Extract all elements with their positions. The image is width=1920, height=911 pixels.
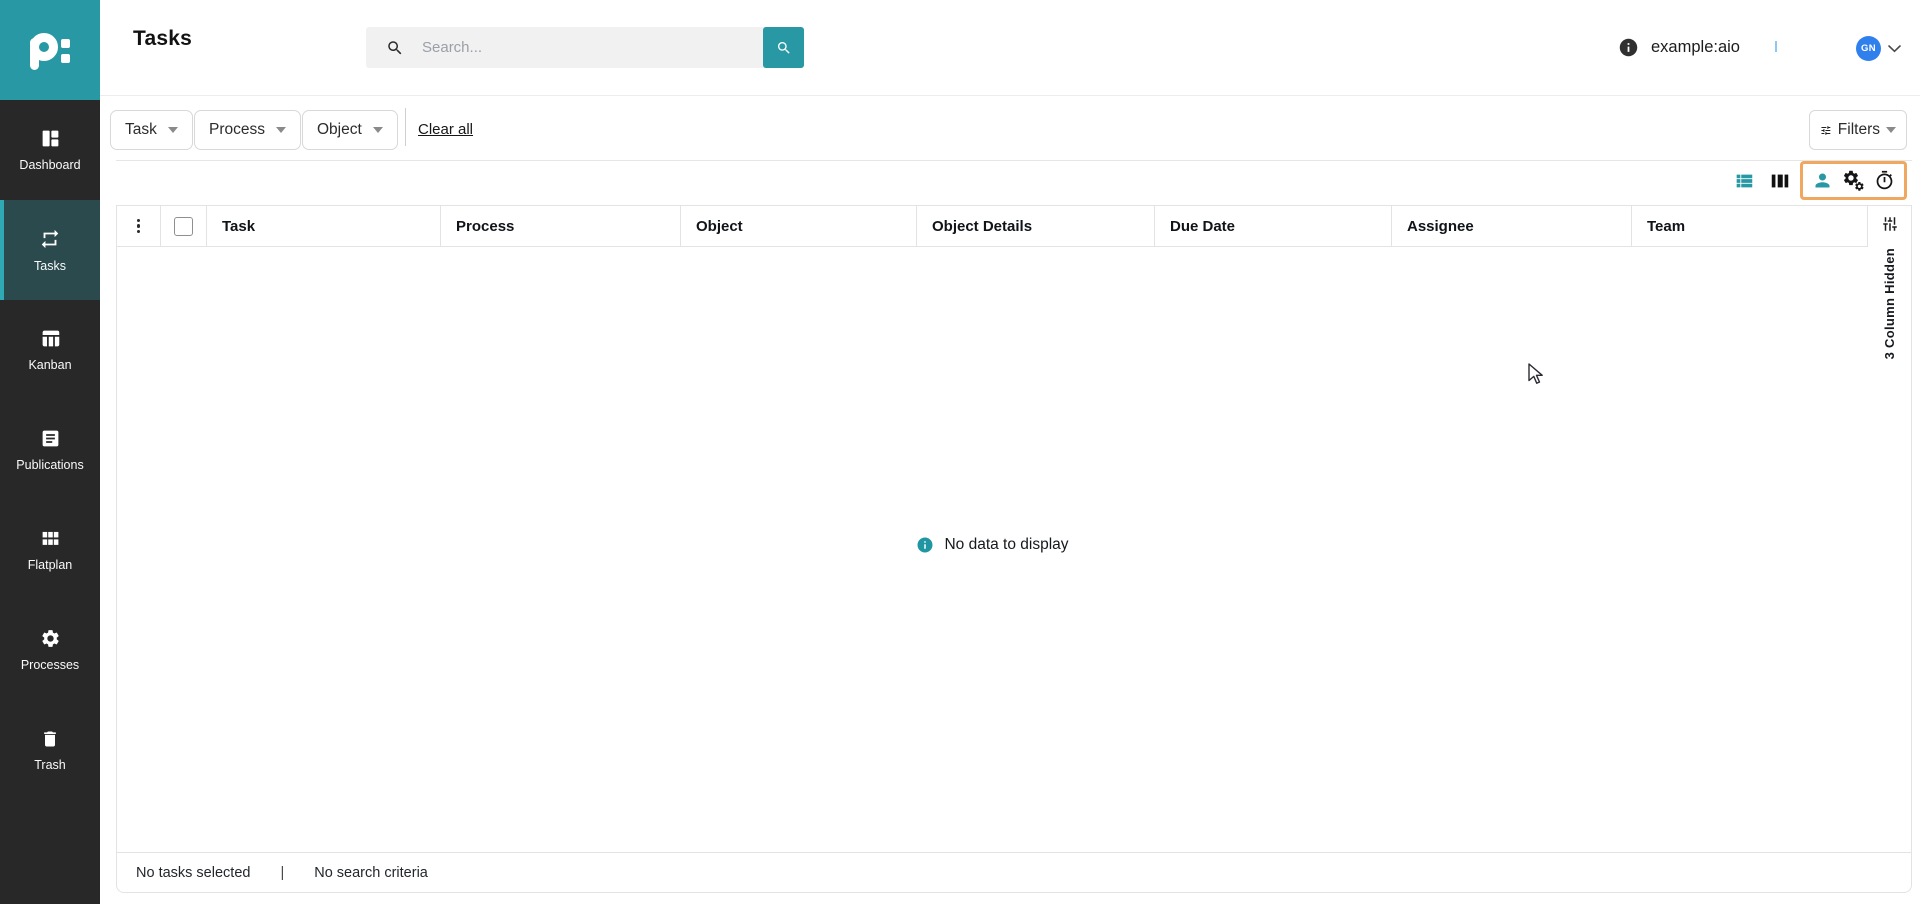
divider (405, 108, 406, 146)
column-header-task[interactable]: Task (207, 206, 441, 246)
tasks-repeat-icon (39, 228, 61, 250)
sidebar-item-dashboard[interactable]: Dashboard (0, 100, 100, 200)
sidebar-item-label: Trash (34, 758, 66, 772)
processes-gear-icon (40, 628, 61, 649)
sidebar-item-label: Publications (16, 458, 83, 472)
timer-icon[interactable] (1874, 170, 1895, 191)
highlighted-icon-group (1800, 161, 1907, 200)
page-title: Tasks (133, 27, 192, 51)
avatar[interactable]: GN (1856, 36, 1881, 61)
p-colon-logo-icon (24, 24, 76, 76)
workspace-name: example:aio (1651, 38, 1740, 57)
search-input[interactable] (420, 38, 763, 57)
sidebar-item-tasks[interactable]: Tasks (0, 200, 100, 300)
trash-icon (40, 729, 60, 749)
filter-dropdown-label: Task (125, 121, 157, 139)
select-all-cell (161, 206, 207, 246)
sidebar-item-kanban[interactable]: Kanban (0, 300, 100, 400)
filter-dropdown-object[interactable]: Object (302, 110, 398, 150)
sidebar-item-label: Kanban (28, 358, 71, 372)
sidebar-item-flatplan[interactable]: Flatplan (0, 500, 100, 600)
column-view-icon[interactable] (1769, 170, 1791, 192)
column-header-due-date[interactable]: Due Date (1155, 206, 1392, 246)
column-header-assignee[interactable]: Assignee (1392, 206, 1632, 246)
kanban-columns-icon (40, 328, 61, 349)
sidebar-item-label: Flatplan (28, 558, 72, 572)
top-header: Tasks example:aio GN (100, 0, 1920, 96)
caret-down-icon (373, 127, 383, 133)
column-header-object-details[interactable]: Object Details (917, 206, 1155, 246)
info-icon (1618, 37, 1639, 58)
selection-status: No tasks selected (136, 865, 250, 881)
app-window: Dashboard Tasks Kanban Publications (0, 0, 1920, 911)
filters-button[interactable]: Filters (1809, 110, 1907, 150)
table-header-row: Task Process Object Object Details Due D… (117, 206, 1868, 247)
publications-document-icon (40, 428, 61, 449)
caret-down-icon (1886, 127, 1896, 133)
caret-down-icon (168, 127, 178, 133)
search-icon (386, 39, 404, 57)
clear-all-link[interactable]: Clear all (418, 121, 473, 138)
empty-state: No data to display (117, 536, 1868, 554)
sidebar-item-processes[interactable]: Processes (0, 600, 100, 700)
tasks-table: Task Process Object Object Details Due D… (116, 205, 1912, 893)
chevron-down-icon[interactable] (1888, 45, 1901, 53)
column-header-team[interactable]: Team (1632, 206, 1868, 246)
filter-bar: Task Process Object Clear all Filters (100, 95, 1920, 160)
caret-down-icon (276, 127, 286, 133)
process-gears-icon[interactable] (1842, 169, 1865, 192)
search-criteria-status: No search criteria (314, 865, 428, 881)
hidden-columns-panel: 3 Column Hidden (1868, 206, 1911, 851)
empty-state-message: No data to display (944, 536, 1068, 554)
filter-dropdown-label: Object (317, 121, 362, 139)
status-divider: | (280, 865, 284, 881)
filters-button-label: Filters (1838, 121, 1880, 139)
sidebar-item-label: Tasks (34, 259, 66, 273)
column-header-process[interactable]: Process (441, 206, 681, 246)
select-all-checkbox[interactable] (174, 217, 193, 236)
sidebar-item-label: Dashboard (19, 158, 80, 172)
info-icon (916, 536, 934, 554)
text-cursor-mark (1775, 41, 1777, 52)
search-submit-button[interactable] (763, 27, 804, 68)
list-view-icon[interactable] (1733, 170, 1755, 192)
table-menu-cell (117, 206, 161, 246)
filter-dropdown-process[interactable]: Process (194, 110, 301, 150)
kebab-menu-icon[interactable] (133, 215, 144, 238)
workspace-info[interactable] (1618, 37, 1639, 63)
sidebar-item-label: Processes (21, 658, 79, 672)
sidebar-item-publications[interactable]: Publications (0, 400, 100, 500)
sidebar: Dashboard Tasks Kanban Publications (0, 0, 100, 904)
sidebar-item-trash[interactable]: Trash (0, 700, 100, 800)
flatplan-grid-icon (40, 528, 61, 549)
status-bar: No tasks selected | No search criteria (117, 852, 1911, 892)
search-submit-icon (776, 40, 792, 56)
assignee-person-icon[interactable] (1812, 170, 1833, 191)
filters-tune-icon (1820, 122, 1832, 139)
app-logo[interactable] (0, 0, 100, 100)
column-header-object[interactable]: Object (681, 206, 917, 246)
dashboard-icon (40, 128, 61, 149)
filter-dropdown-label: Process (209, 121, 265, 139)
column-settings-icon[interactable] (1881, 215, 1899, 233)
divider (116, 160, 1912, 161)
search-bar (366, 27, 804, 68)
filter-dropdown-task[interactable]: Task (110, 110, 193, 150)
hidden-columns-label[interactable]: 3 Column Hidden (1882, 248, 1897, 359)
